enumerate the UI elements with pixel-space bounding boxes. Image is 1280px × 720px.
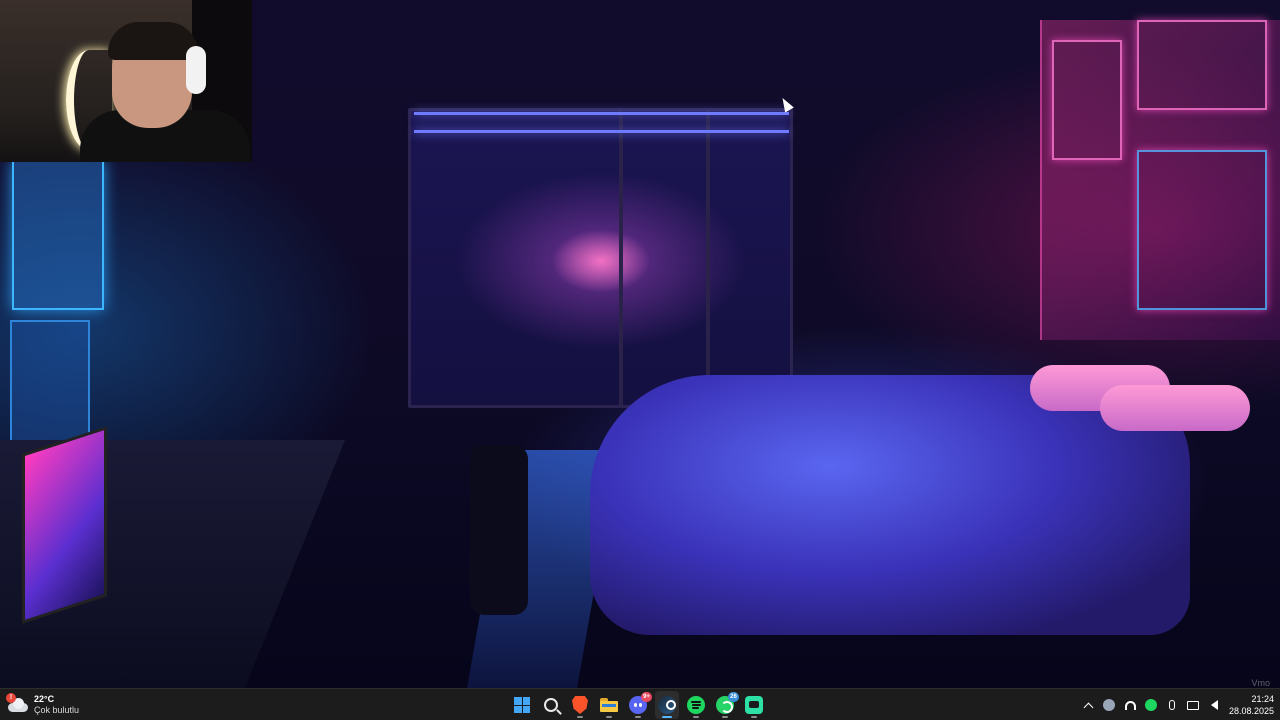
weather-condition: Çok bulutlu bbox=[34, 705, 80, 715]
window-mullion bbox=[706, 111, 710, 405]
webcam-person-hair bbox=[108, 22, 198, 60]
app-active-indicator bbox=[662, 716, 672, 718]
taskbar-app-whatsapp[interactable]: 26 bbox=[713, 691, 739, 719]
taskbar-app-spotify[interactable] bbox=[684, 691, 708, 719]
taskbar-apps: 9+ 26 bbox=[510, 691, 766, 719]
taskbar-clock[interactable]: 21:24 28.08.2025 bbox=[1226, 693, 1274, 717]
start-button[interactable] bbox=[510, 691, 534, 719]
steam-icon bbox=[658, 696, 676, 714]
wallpaper-laptop bbox=[22, 426, 107, 624]
window-mullion bbox=[619, 111, 623, 405]
windows-icon bbox=[514, 697, 530, 713]
folder-icon bbox=[600, 698, 618, 712]
wallpaper-pink-neon-wall bbox=[1040, 20, 1280, 340]
wallpaper-neon-strip bbox=[414, 130, 789, 133]
tray-steam-button[interactable] bbox=[1101, 697, 1117, 713]
chat-icon bbox=[745, 696, 763, 714]
search-button[interactable] bbox=[539, 691, 563, 719]
tray-display-button[interactable] bbox=[1185, 697, 1201, 713]
wallpaper-galaxy-window bbox=[408, 108, 793, 408]
wallpaper-neon-panel bbox=[1052, 40, 1122, 160]
weather-alert-badge: ! bbox=[6, 693, 16, 703]
wallpaper-left-monitor bbox=[12, 160, 104, 310]
app-open-indicator bbox=[606, 716, 612, 718]
cloud-icon: ! bbox=[6, 693, 28, 712]
taskbar-app-file-explorer[interactable] bbox=[597, 691, 621, 719]
wallpaper-chair bbox=[470, 445, 528, 615]
wallpaper-pillow bbox=[1100, 385, 1250, 431]
taskbar-app-brave[interactable] bbox=[568, 691, 592, 719]
tray-volume-button[interactable] bbox=[1206, 697, 1222, 713]
wallpaper-neon-panel bbox=[1137, 150, 1267, 310]
app-open-indicator bbox=[722, 716, 728, 718]
spotify-tray-icon bbox=[1145, 699, 1157, 711]
wallpaper-watermark: Vmo bbox=[1251, 678, 1270, 688]
volume-icon bbox=[1210, 700, 1218, 710]
headphones-icon bbox=[1124, 700, 1136, 710]
clock-time: 21:24 bbox=[1251, 694, 1274, 704]
weather-temperature: 22°C bbox=[34, 694, 55, 704]
webcam-overlay bbox=[0, 0, 252, 162]
desktop-wallpaper: Vmo bbox=[0, 0, 1280, 688]
system-tray bbox=[1080, 692, 1222, 718]
discord-notification-badge: 9+ bbox=[641, 692, 652, 702]
wallpaper-neon-panel bbox=[1137, 20, 1267, 110]
display-icon bbox=[1187, 700, 1199, 710]
clock-date: 28.08.2025 bbox=[1228, 706, 1274, 716]
webcam-headset bbox=[186, 46, 206, 94]
wallpaper-neon-strip bbox=[414, 112, 789, 115]
show-hidden-icons-button[interactable] bbox=[1080, 697, 1096, 713]
taskbar-app-discord[interactable]: 9+ bbox=[626, 691, 652, 719]
taskbar-app-chat[interactable] bbox=[742, 691, 766, 719]
app-open-indicator bbox=[751, 716, 757, 718]
app-open-indicator bbox=[577, 716, 583, 718]
search-icon bbox=[544, 698, 558, 712]
brave-browser-icon bbox=[572, 696, 588, 714]
steam-tray-icon bbox=[1103, 699, 1115, 711]
tray-microphone-button[interactable] bbox=[1164, 697, 1180, 713]
app-open-indicator bbox=[693, 716, 699, 718]
microphone-icon bbox=[1169, 700, 1175, 710]
chevron-up-icon bbox=[1083, 702, 1093, 712]
taskbar: ! 22°C Çok bulutlu 9+ 26 21:24 28.08.202… bbox=[0, 688, 1280, 720]
whatsapp-notification-badge: 26 bbox=[728, 692, 739, 702]
app-open-indicator bbox=[635, 716, 641, 718]
weather-widget[interactable]: ! 22°C Çok bulutlu bbox=[6, 692, 80, 718]
tray-headphones-button[interactable] bbox=[1122, 697, 1138, 713]
taskbar-app-steam[interactable] bbox=[655, 691, 679, 719]
spotify-icon bbox=[687, 696, 705, 714]
tray-spotify-button[interactable] bbox=[1143, 697, 1159, 713]
